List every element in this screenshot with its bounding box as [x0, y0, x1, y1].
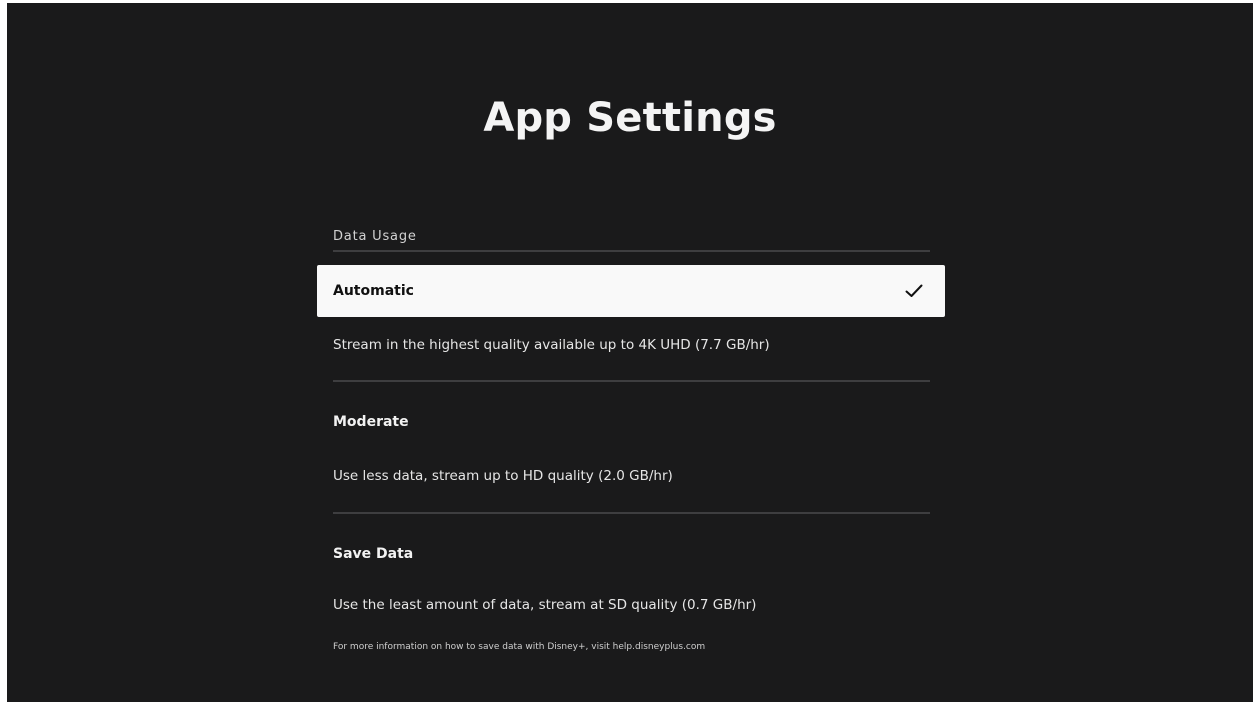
option-divider: [333, 380, 930, 382]
option-moderate-description: Use less data, stream up to HD quality (…: [333, 468, 673, 484]
option-save-data-label: Save Data: [333, 546, 414, 562]
option-save-data-description: Use the least amount of data, stream at …: [333, 597, 757, 613]
option-moderate-label: Moderate: [333, 414, 409, 430]
checkmark-icon: [905, 284, 923, 298]
data-usage-section-label: Data Usage: [333, 229, 417, 244]
option-divider: [333, 512, 930, 514]
option-automatic[interactable]: Automatic: [317, 265, 945, 317]
app-settings-screen: App Settings Data Usage Automatic Stream…: [7, 3, 1253, 702]
page-title: App Settings: [483, 95, 777, 141]
help-footnote: For more information on how to save data…: [333, 642, 706, 652]
option-automatic-label: Automatic: [333, 283, 414, 299]
section-divider: [333, 250, 930, 252]
option-automatic-description: Stream in the highest quality available …: [333, 337, 770, 353]
option-save-data[interactable]: Save Data: [317, 528, 945, 580]
option-moderate[interactable]: Moderate: [317, 396, 945, 448]
